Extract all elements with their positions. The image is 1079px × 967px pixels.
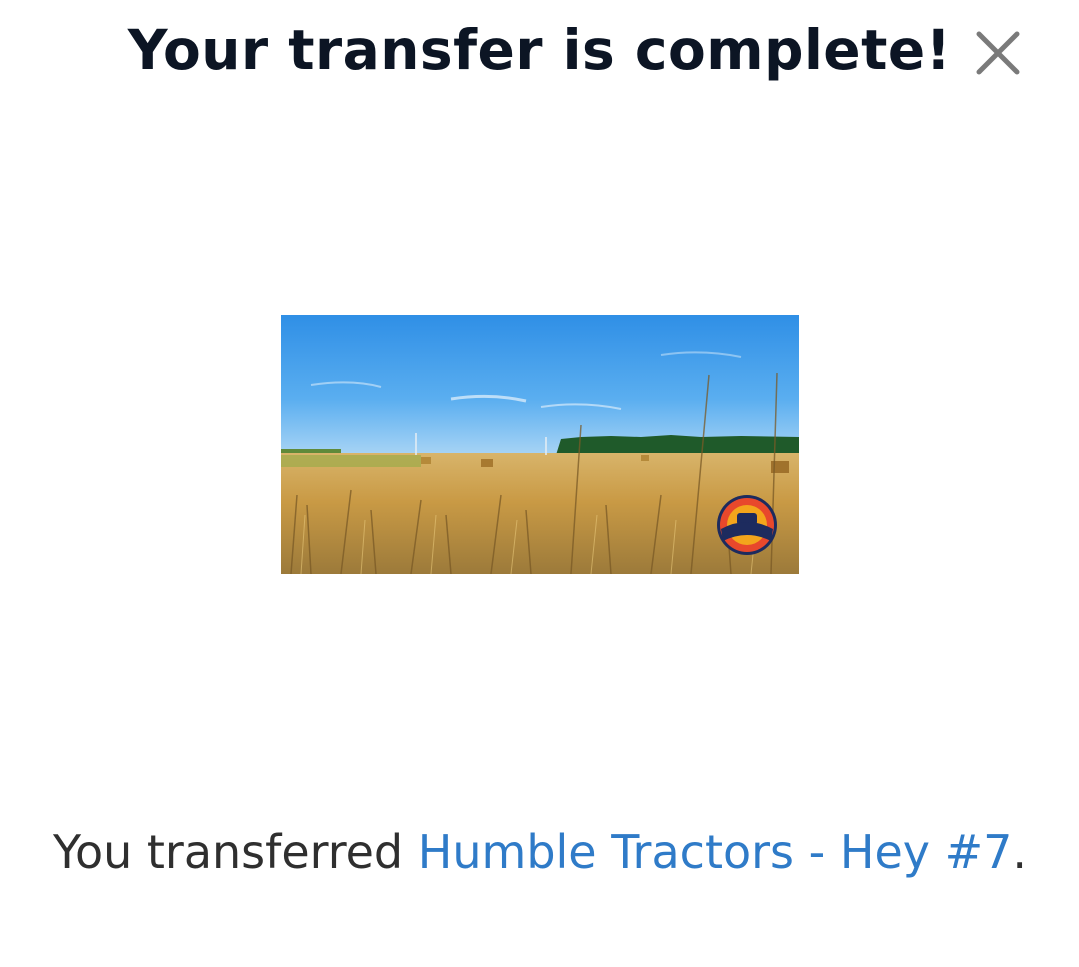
close-icon[interactable] [975,30,1021,76]
nft-image [281,315,799,574]
dialog-title: Your transfer is complete! [127,18,952,82]
humble-tractors-logo [717,495,777,555]
transfer-message: You transferred Humble Tractors - Hey #7… [40,816,1040,888]
close-button[interactable] [975,30,1021,76]
nft-item-link[interactable]: Humble Tractors - Hey #7 [418,825,1013,879]
wheat-field-picture [281,315,799,574]
message-suffix: . [1012,825,1028,879]
message-prefix: You transferred [52,825,418,879]
